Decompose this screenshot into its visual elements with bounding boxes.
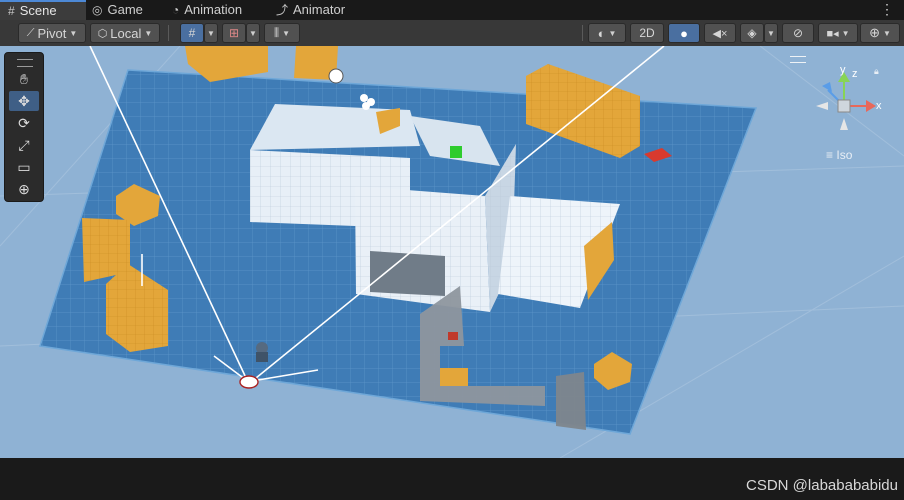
menu-lines-icon: ≡ [826, 148, 834, 162]
scale-tool-button[interactable]: ⤢ [9, 135, 39, 155]
scene-viewport[interactable]: 🔒︎ y z x ≡ Iso [0, 46, 904, 458]
tab-animation[interactable]: ◔ Animation [172, 0, 242, 20]
move-arrows-icon: ✥ [18, 92, 30, 109]
toolbar-divider [168, 25, 169, 41]
gizmo-axis-x: x [876, 100, 882, 112]
hand-icon: ✋︎ [20, 70, 28, 87]
tab-animation-label: Animation [184, 2, 243, 17]
tab-animator[interactable]: ⤴ Animator [276, 0, 345, 20]
overlay-grip-icon[interactable] [17, 59, 33, 67]
hidden-objects-toggle-button[interactable]: ⊘ [782, 23, 814, 43]
increment-snap-button[interactable]: ⫼ ▼ [264, 23, 300, 43]
move-tool-button[interactable]: ✥ [9, 91, 39, 111]
camera-icon: ■◂ [826, 27, 839, 40]
toggle-2d-label: 2D [639, 26, 655, 40]
animator-icon: ⤴ [276, 3, 289, 17]
local-label: Local [110, 25, 142, 41]
gizmo-axis-z: z [852, 68, 858, 80]
hand-tool-button[interactable]: ✋︎ [9, 69, 39, 89]
shading-sphere-icon: ◐ [597, 25, 606, 41]
pivot-label: Pivot [37, 25, 67, 41]
cube-icon: ⬡ [97, 27, 108, 40]
lock-icon[interactable]: 🔒︎ [874, 66, 879, 77]
chevron-down-icon: ▼ [144, 28, 153, 38]
grid-visibility-button[interactable]: ⊞ [222, 23, 246, 43]
tab-animator-label: Animator [293, 2, 346, 17]
rect-transform-icon: ▭ [17, 158, 31, 175]
tab-game-label: Game [107, 2, 143, 17]
chevron-down-icon: ▼ [282, 28, 290, 38]
grid-snap-icon: # [188, 26, 196, 40]
pivot-icon: ⟋ [26, 26, 35, 39]
toolbar-divider [582, 25, 583, 41]
gamepad-icon: ◎ [92, 3, 103, 17]
local-dropdown[interactable]: ⬡ Local ▼ [90, 23, 160, 43]
grid-icon: # [8, 4, 15, 18]
chevron-down-icon: ▼ [249, 28, 257, 38]
grid-plane-icon: ⊞ [228, 26, 240, 40]
transform-icon: ⊕ [18, 180, 30, 197]
effects-toggle-button[interactable]: ◈ [740, 23, 764, 43]
projection-label: Iso [836, 148, 853, 162]
lightbulb-icon: ● [680, 25, 688, 41]
watermark-text: CSDN @lababababidu [746, 477, 898, 494]
scene-render [0, 46, 904, 458]
tab-game[interactable]: ◎ Game [92, 0, 143, 20]
overlay-drag-handle[interactable] [790, 56, 806, 63]
speaker-muted-icon: ◀× [712, 27, 728, 40]
camera-dropdown[interactable]: ■◂ ▼ [818, 23, 858, 43]
layers-icon: ◈ [747, 26, 757, 40]
projection-toggle[interactable]: ≡ Iso [826, 148, 852, 162]
tab-scene[interactable]: # Scene [0, 0, 86, 20]
toggle-2d-button[interactable]: 2D [630, 23, 664, 43]
transform-tool-button[interactable]: ⊕ [9, 179, 39, 199]
gizmo-axis-y: y [840, 64, 846, 76]
editor-tab-bar: # Scene ◎ Game ◔ Animation ⤴ Animator ⋮ [0, 0, 904, 20]
scale-icon: ⤢ [18, 136, 30, 153]
rotate-tool-button[interactable]: ⟳ [9, 113, 39, 133]
ruler-icon: ⫼ [274, 26, 280, 39]
chevron-down-icon: ▼ [608, 28, 617, 38]
rect-tool-button[interactable]: ▭ [9, 157, 39, 177]
snap-dropdown[interactable]: ▼ [204, 23, 218, 43]
effects-dropdown[interactable]: ▼ [764, 23, 778, 43]
pivot-dropdown[interactable]: ⟋ Pivot ▼ [18, 23, 86, 43]
lighting-toggle-button[interactable]: ● [668, 23, 700, 43]
gizmos-dropdown[interactable]: ⊕ ▼ [860, 23, 900, 43]
green-cube [450, 146, 462, 158]
chevron-down-icon: ▼ [207, 28, 215, 38]
tools-overlay: ✋︎ ✥ ⟳ ⤢ ▭ ⊕ [4, 52, 44, 202]
clock-icon: ◔ [172, 3, 180, 17]
draw-mode-dropdown[interactable]: ◐ ▼ [588, 23, 626, 43]
grid-dropdown[interactable]: ▼ [246, 23, 260, 43]
snap-toggle-button[interactable]: # [180, 23, 204, 43]
chevron-down-icon: ▼ [767, 28, 775, 38]
more-options-icon[interactable]: ⋮ [880, 0, 894, 18]
tab-scene-label: Scene [19, 3, 57, 18]
scene-toolbar: ⟋ Pivot ▼ ⬡ Local ▼ # ▼ ⊞ ▼ ⫼ ▼ ◐ ▼ 2D ●… [0, 20, 904, 47]
rotate-icon: ⟳ [18, 114, 30, 131]
gizmo-globe-icon: ⊕ [869, 25, 880, 40]
chevron-down-icon: ▼ [69, 28, 78, 38]
chevron-down-icon: ▼ [841, 28, 850, 38]
eye-slash-icon: ⊘ [792, 26, 804, 40]
audio-toggle-button[interactable]: ◀× [704, 23, 736, 43]
chevron-down-icon: ▼ [882, 28, 891, 38]
